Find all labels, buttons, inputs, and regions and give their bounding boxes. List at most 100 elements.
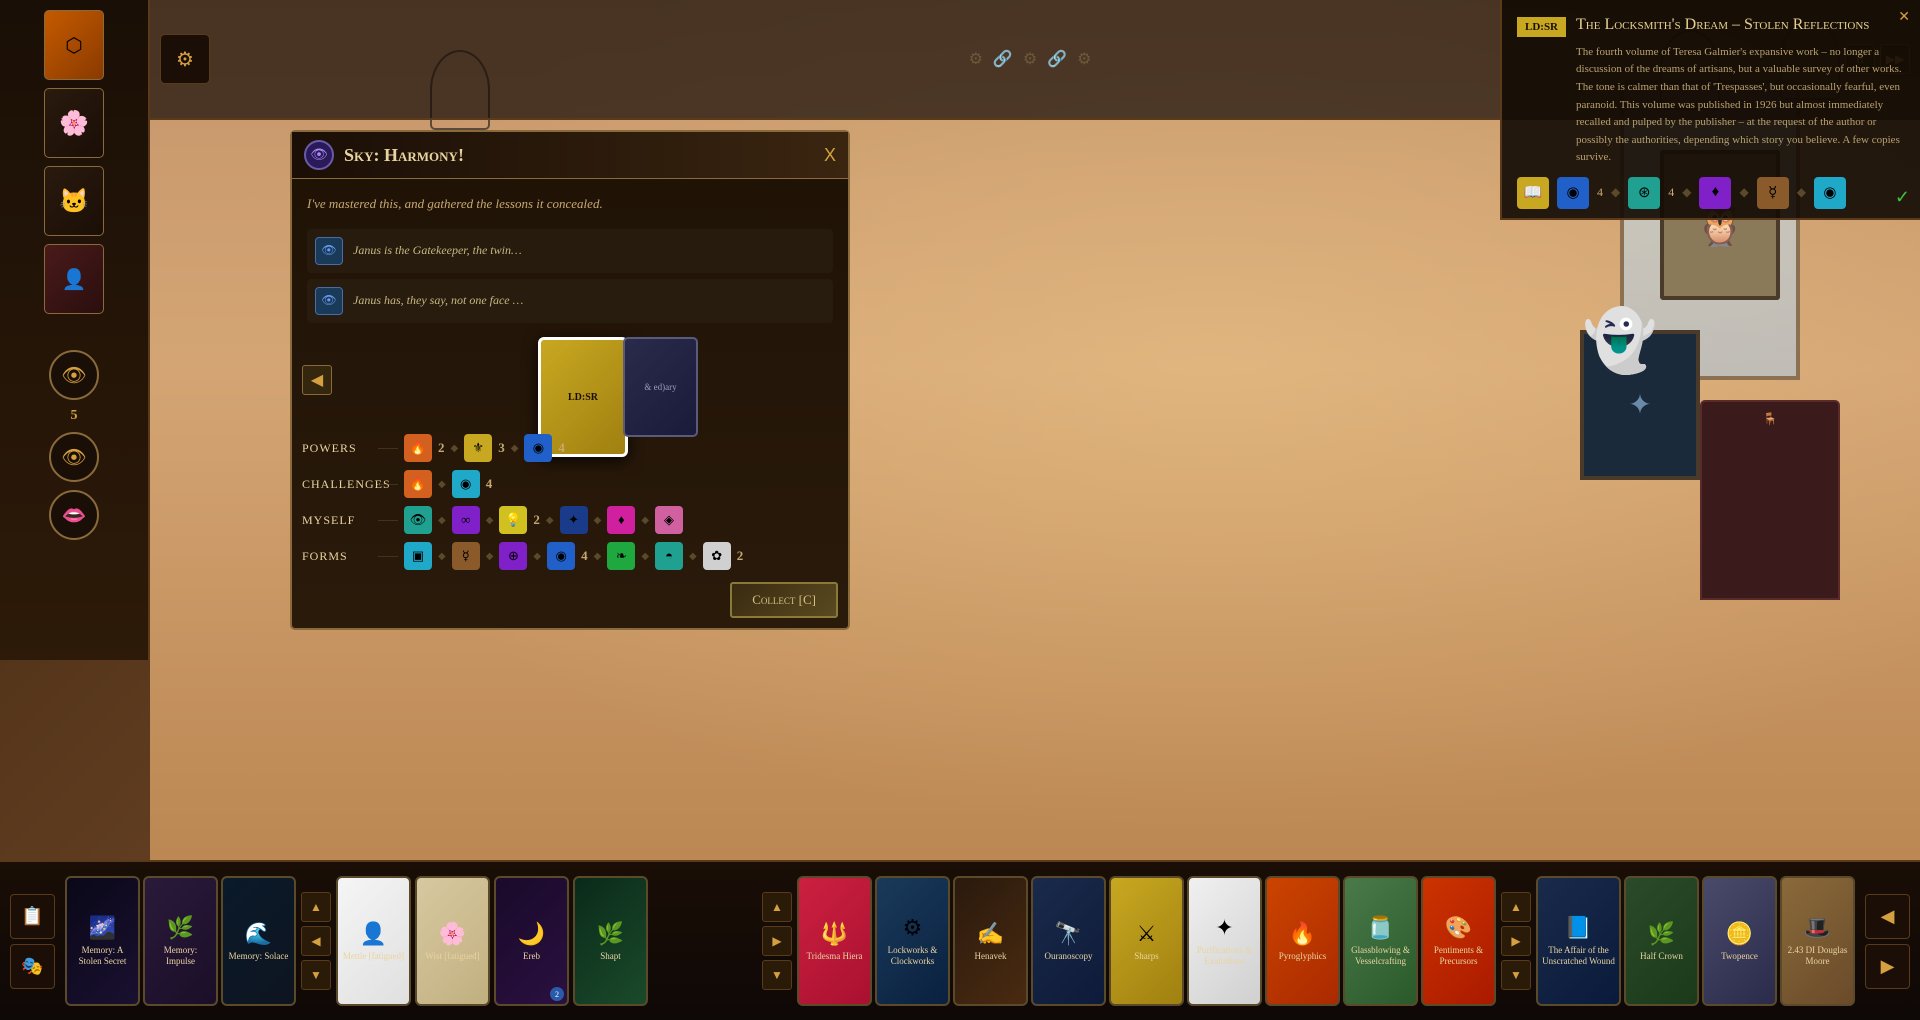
forms-icon-2: ☿ <box>452 542 480 570</box>
memory-impulse-label: Memory: Impulse <box>149 945 212 967</box>
sidebar-card-4[interactable]: 👤 <box>44 244 104 314</box>
purifications-icon: ✦ <box>1215 915 1233 941</box>
scroll-up-btn-2[interactable]: ▲ <box>762 892 792 922</box>
scroll-down-btn-3[interactable]: ▼ <box>1501 960 1531 990</box>
twopence-icon: 🪙 <box>1726 921 1753 947</box>
lips-icon[interactable]: 👄 <box>49 490 99 540</box>
req-icon-5: ☿ <box>1757 177 1789 209</box>
scroll-up-btn[interactable]: ▲ <box>301 892 331 922</box>
card-lockworks[interactable]: ⚙ Lockworks & Clockworks <box>875 876 950 1006</box>
bottom-right-btn-2[interactable]: ▶ <box>1865 944 1910 989</box>
ereb-icon: 🌙 <box>518 921 545 947</box>
eye-icon-sidebar[interactable]: 👁 <box>49 350 99 400</box>
right-panel-close-button[interactable]: ✕ <box>1898 8 1910 25</box>
eye-icon-2[interactable]: 👁 <box>49 432 99 482</box>
douglas-icon: 🎩 <box>1804 915 1831 941</box>
forms-icon-1: ▣ <box>404 542 432 570</box>
left-scroll-controls: ▲ ◀ ▼ <box>301 892 331 990</box>
purifications-label: Purifications & Exaltations <box>1193 945 1256 967</box>
ouranoscopy-icon: 🔭 <box>1055 921 1082 947</box>
dialog-nav-arrow[interactable]: ◀ <box>302 365 332 395</box>
powers-icon-2: ⚜ <box>464 434 492 462</box>
forms-val-2: 2 <box>737 548 744 564</box>
displayed-card-label: LD:SR <box>568 392 598 403</box>
lesson-2-text: Janus has, they say, not one face … <box>353 293 523 308</box>
bottom-right-btn-1[interactable]: ◀ <box>1865 894 1910 939</box>
memory-card-impulse[interactable]: 🌿 Memory: Impulse <box>143 876 218 1006</box>
sidebar-card-2[interactable]: 🌸 <box>44 88 104 158</box>
memory-card-solace[interactable]: 🌊 Memory: Solace <box>221 876 296 1006</box>
req-icon-2: ◉ <box>1557 177 1589 209</box>
powers-icon-3: ◉ <box>524 434 552 462</box>
challenges-icon-1: 🔥 <box>404 470 432 498</box>
lesson-1-icon: 👁 <box>315 237 343 265</box>
challenges-val-1: 4 <box>486 476 493 492</box>
scroll-up-btn-3[interactable]: ▲ <box>1501 892 1531 922</box>
sidebar-card-3[interactable]: 🐱 <box>44 166 104 236</box>
right-cards-area: 📘 The Affair of the Unscratched Wound 🌿 … <box>1531 862 1860 1020</box>
gear-icon-top[interactable]: ⚙ <box>160 34 210 84</box>
memory-impulse-icon: 🌿 <box>167 915 194 941</box>
powers-val-1: 2 <box>438 440 445 456</box>
sidebar-card-1[interactable]: ⬡ <box>44 10 104 80</box>
myself-row: Myself —— 👁 ◆ ∞ ◆ 💡 2 ◆ ✦ ◆ ♦ ◆ ◈ <box>302 506 838 534</box>
lesson-1[interactable]: 👁 Janus is the Gatekeeper, the twin… <box>307 229 833 273</box>
card-pyroglyphics[interactable]: 🔥 Pyroglyphics <box>1265 876 1340 1006</box>
lesson-2-icon: 👁 <box>315 287 343 315</box>
forms-icon-4: ◉ <box>547 542 575 570</box>
card-wist[interactable]: 🌸 Wist [fatigued] <box>415 876 490 1006</box>
powers-icon-1: 🔥 <box>404 434 432 462</box>
powers-label: Powers <box>302 441 372 456</box>
scroll-right-btn[interactable]: ▶ <box>762 926 792 956</box>
card-glassblowing[interactable]: 🫙 Glassblowing & Vesselcrafting <box>1343 876 1418 1006</box>
collect-button[interactable]: Collect [C] <box>730 582 838 618</box>
tridesma-icon: 🔱 <box>821 921 848 947</box>
game-background: ⚙ 🦉 ✦ 👻 🪑 ⬡ 🌸 🐱 👤 👁 5 <box>0 0 1920 1020</box>
ereb-badge: 2 <box>550 987 564 1001</box>
card-tridesma[interactable]: 🔱 Tridesma Hiera <box>797 876 872 1006</box>
dialog-close-button[interactable]: X <box>824 145 836 166</box>
scroll-right-btn-2[interactable]: ▶ <box>1501 926 1531 956</box>
card-pentiments[interactable]: 🎨 Pentiments & Precursors <box>1421 876 1496 1006</box>
stats-section: Powers —— 🔥 2 ◆ ⚜ 3 ◆ ◉ 4 Challenges —— … <box>302 434 838 578</box>
powers-val-2: 3 <box>498 440 505 456</box>
dialog-titlebar: 👁 Sky: Harmony! X <box>292 132 848 179</box>
second-card-text: & ed)ary <box>644 382 676 392</box>
ereb-label: Ereb <box>523 951 540 962</box>
card-sharps[interactable]: ⚔ Sharps <box>1109 876 1184 1006</box>
scroll-left-btn[interactable]: ◀ <box>301 926 331 956</box>
henavek-icon: ✍ <box>977 921 1004 947</box>
displayed-card-second[interactable]: & ed)ary <box>623 337 698 437</box>
bottom-action-btn-1[interactable]: 📋 <box>10 894 55 939</box>
scroll-down-btn-2[interactable]: ▼ <box>762 960 792 990</box>
myself-icon-6: ◈ <box>655 506 683 534</box>
memory-cards-area: 🌌 Memory: A Stolen Secret 🌿 Memory: Impu… <box>60 871 301 1011</box>
card-purifications[interactable]: ✦ Purifications & Exaltations <box>1187 876 1262 1006</box>
myself-icon-4: ✦ <box>560 506 588 534</box>
glassblowing-icon: 🫙 <box>1367 915 1394 941</box>
card-ouranoscopy[interactable]: 🔭 Ouranoscopy <box>1031 876 1106 1006</box>
lesson-2[interactable]: 👁 Janus has, they say, not one face … <box>307 279 833 323</box>
req-icon-4: ♦ <box>1699 177 1731 209</box>
forms-val-1: 4 <box>581 548 588 564</box>
memory-card-secret[interactable]: 🌌 Memory: A Stolen Secret <box>65 876 140 1006</box>
bottom-right-actions: ◀ ▶ <box>1860 889 1915 994</box>
bottom-left-actions: 📋 🎭 <box>5 889 60 994</box>
card-henavek[interactable]: ✍ Henavek <box>953 876 1028 1006</box>
card-ereb[interactable]: 🌙 Ereb 2 <box>494 876 569 1006</box>
sidebar-number: 5 <box>71 408 78 424</box>
henavek-label: Henavek <box>975 951 1007 962</box>
card-mettle[interactable]: 👤 Mettle [fatigued] <box>336 876 411 1006</box>
card-shapt[interactable]: 🌿 Shapt <box>573 876 648 1006</box>
card-douglas[interactable]: 🎩 2.43 DI Douglas Moore <box>1780 876 1855 1006</box>
pyroglyphics-label: Pyroglyphics <box>1279 951 1327 962</box>
challenges-icon-2: ◉ <box>452 470 480 498</box>
affair-icon: 📘 <box>1565 915 1592 941</box>
mettle-icon: 👤 <box>360 921 387 947</box>
card-halfcrown[interactable]: 🌿 Half Crown <box>1624 876 1699 1006</box>
shapt-icon: 🌿 <box>597 921 624 947</box>
bottom-action-btn-2[interactable]: 🎭 <box>10 944 55 989</box>
scroll-down-btn[interactable]: ▼ <box>301 960 331 990</box>
card-twopence[interactable]: 🪙 Twopence <box>1702 876 1777 1006</box>
card-affair[interactable]: 📘 The Affair of the Unscratched Wound <box>1536 876 1621 1006</box>
